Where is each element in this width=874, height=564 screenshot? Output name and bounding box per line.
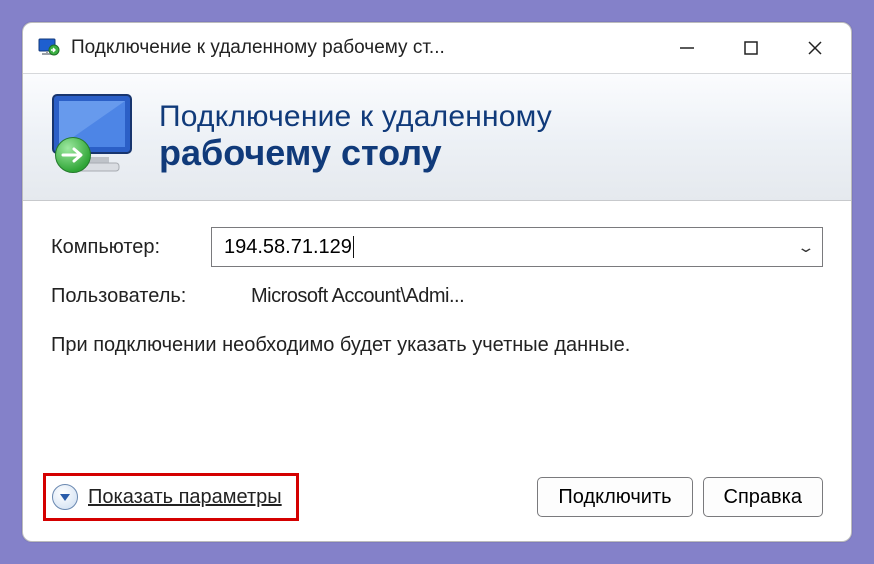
window-title: Подключение к удаленному рабочему ст...: [71, 37, 445, 59]
user-row: Пользователь: Microsoft Account\Admi...: [51, 285, 823, 308]
banner: Подключение к удаленному рабочему столу: [23, 73, 851, 201]
credentials-hint: При подключении необходимо будет указать…: [51, 332, 823, 358]
computer-row: Компьютер: 194.58.71.129 ⌄: [51, 227, 823, 267]
app-icon: [37, 36, 61, 60]
expand-icon: [52, 484, 78, 510]
footer: Показать параметры Подключить Справка: [23, 465, 851, 541]
maximize-button[interactable]: [719, 28, 783, 68]
banner-text: Подключение к удаленному рабочему столу: [159, 100, 552, 174]
rdp-window: Подключение к удаленному рабочему ст...: [22, 22, 852, 542]
text-caret: [353, 236, 354, 258]
titlebar: Подключение к удаленному рабочему ст...: [23, 23, 851, 73]
rdp-large-icon: [41, 87, 151, 187]
banner-line1: Подключение к удаленному: [159, 100, 552, 134]
show-options-toggle[interactable]: Показать параметры: [43, 473, 299, 521]
user-label: Пользователь:: [51, 285, 211, 308]
chevron-down-icon[interactable]: ⌄: [797, 239, 816, 256]
close-button[interactable]: [783, 28, 847, 68]
help-button[interactable]: Справка: [703, 477, 823, 517]
computer-value: 194.58.71.129: [224, 236, 800, 259]
computer-label: Компьютер:: [51, 236, 211, 259]
form-body: Компьютер: 194.58.71.129 ⌄ Пользователь:…: [23, 201, 851, 465]
connect-button[interactable]: Подключить: [537, 477, 692, 517]
minimize-button[interactable]: [655, 28, 719, 68]
show-options-label: Показать параметры: [88, 486, 282, 509]
banner-line2: рабочему столу: [159, 132, 552, 174]
computer-combobox[interactable]: 194.58.71.129 ⌄: [211, 227, 823, 267]
user-value: Microsoft Account\Admi...: [251, 285, 464, 308]
